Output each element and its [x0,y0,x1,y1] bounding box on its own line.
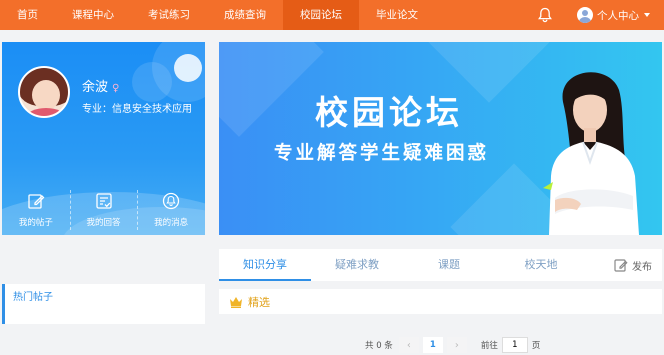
nav-item-graduation-thesis[interactable]: 毕业论文 [359,0,435,30]
banner-person-illustration [543,72,639,235]
banner-title: 校园论坛 [315,93,463,132]
nav-item-exam-practice[interactable]: 考试练习 [131,0,207,30]
decor-circle [174,54,202,82]
chevron-down-icon [644,13,650,17]
bell-icon [163,192,180,210]
user-avatar [577,7,593,23]
decor-bubble [132,62,172,102]
profile-card: 余波 ♀ 专业：信息安全技术应用 我的帖子 我的回答 我的消息 [2,42,205,235]
featured-label: 精选 [248,295,270,309]
tab-topics[interactable]: 课题 [403,249,495,281]
female-icon: ♀ [112,83,120,94]
my-messages-button[interactable]: 我的消息 [137,190,205,230]
user-menu[interactable]: 个人中心 [577,7,650,23]
edit-icon [614,259,628,272]
next-page-button[interactable]: › [446,337,467,353]
nav-item-course-center[interactable]: 课程中心 [55,0,131,30]
tab-campus[interactable]: 校天地 [495,249,587,281]
profile-major: 专业：信息安全技术应用 [82,104,192,115]
my-messages-label: 我的消息 [154,218,189,228]
nav-item-campus-forum[interactable]: 校园论坛 [283,0,359,30]
my-posts-label: 我的帖子 [18,218,53,228]
page-suffix: 页 [531,341,541,351]
publish-label: 发布 [632,261,652,273]
avatar [18,66,70,118]
bell-icon[interactable] [537,7,553,23]
nav-item-home[interactable]: 首页 [0,0,55,30]
nav-right: 个人中心 [537,0,650,30]
hot-posts-title: 热门帖子 [13,292,53,303]
hot-posts-panel: 热门帖子 [2,284,205,324]
pagination: 共 0 条 ‹ 1 › 前往 页 [365,336,540,354]
edit-icon [28,194,45,209]
list-check-icon [95,193,112,209]
tab-questions[interactable]: 疑难求教 [311,249,403,281]
pagination-total: 共 0 条 [365,341,393,351]
featured-filter[interactable]: 精选 [219,289,662,314]
profile-actions: 我的帖子 我的回答 我的消息 [2,190,205,230]
top-nav: 首页 课程中心 考试练习 成绩查询 校园论坛 毕业论文 个人中心 [0,0,664,30]
publish-button[interactable]: 发布 [614,249,652,281]
goto-page-input[interactable] [501,337,528,353]
goto-label: 前往 [480,341,498,351]
my-posts-button[interactable]: 我的帖子 [2,192,70,228]
forum-banner: 校园论坛 专业解答学生疑难困惑 [219,42,662,235]
forum-tabs: 知识分享 疑难求教 课题 校天地 发布 [219,249,662,281]
crown-icon [230,296,242,308]
current-page-number[interactable]: 1 [422,337,443,353]
profile-name-text: 余波 [82,80,109,95]
prev-page-button[interactable]: ‹ [398,337,419,353]
decor-square [219,42,324,137]
my-answers-button[interactable]: 我的回答 [69,190,138,230]
banner-subtitle: 专业解答学生疑难困惑 [274,143,490,164]
user-menu-label: 个人中心 [597,9,639,22]
my-answers-label: 我的回答 [86,218,121,228]
profile-name: 余波 ♀ [82,76,119,95]
nav-item-score-query[interactable]: 成绩查询 [207,0,283,30]
tab-knowledge-sharing[interactable]: 知识分享 [219,249,311,281]
